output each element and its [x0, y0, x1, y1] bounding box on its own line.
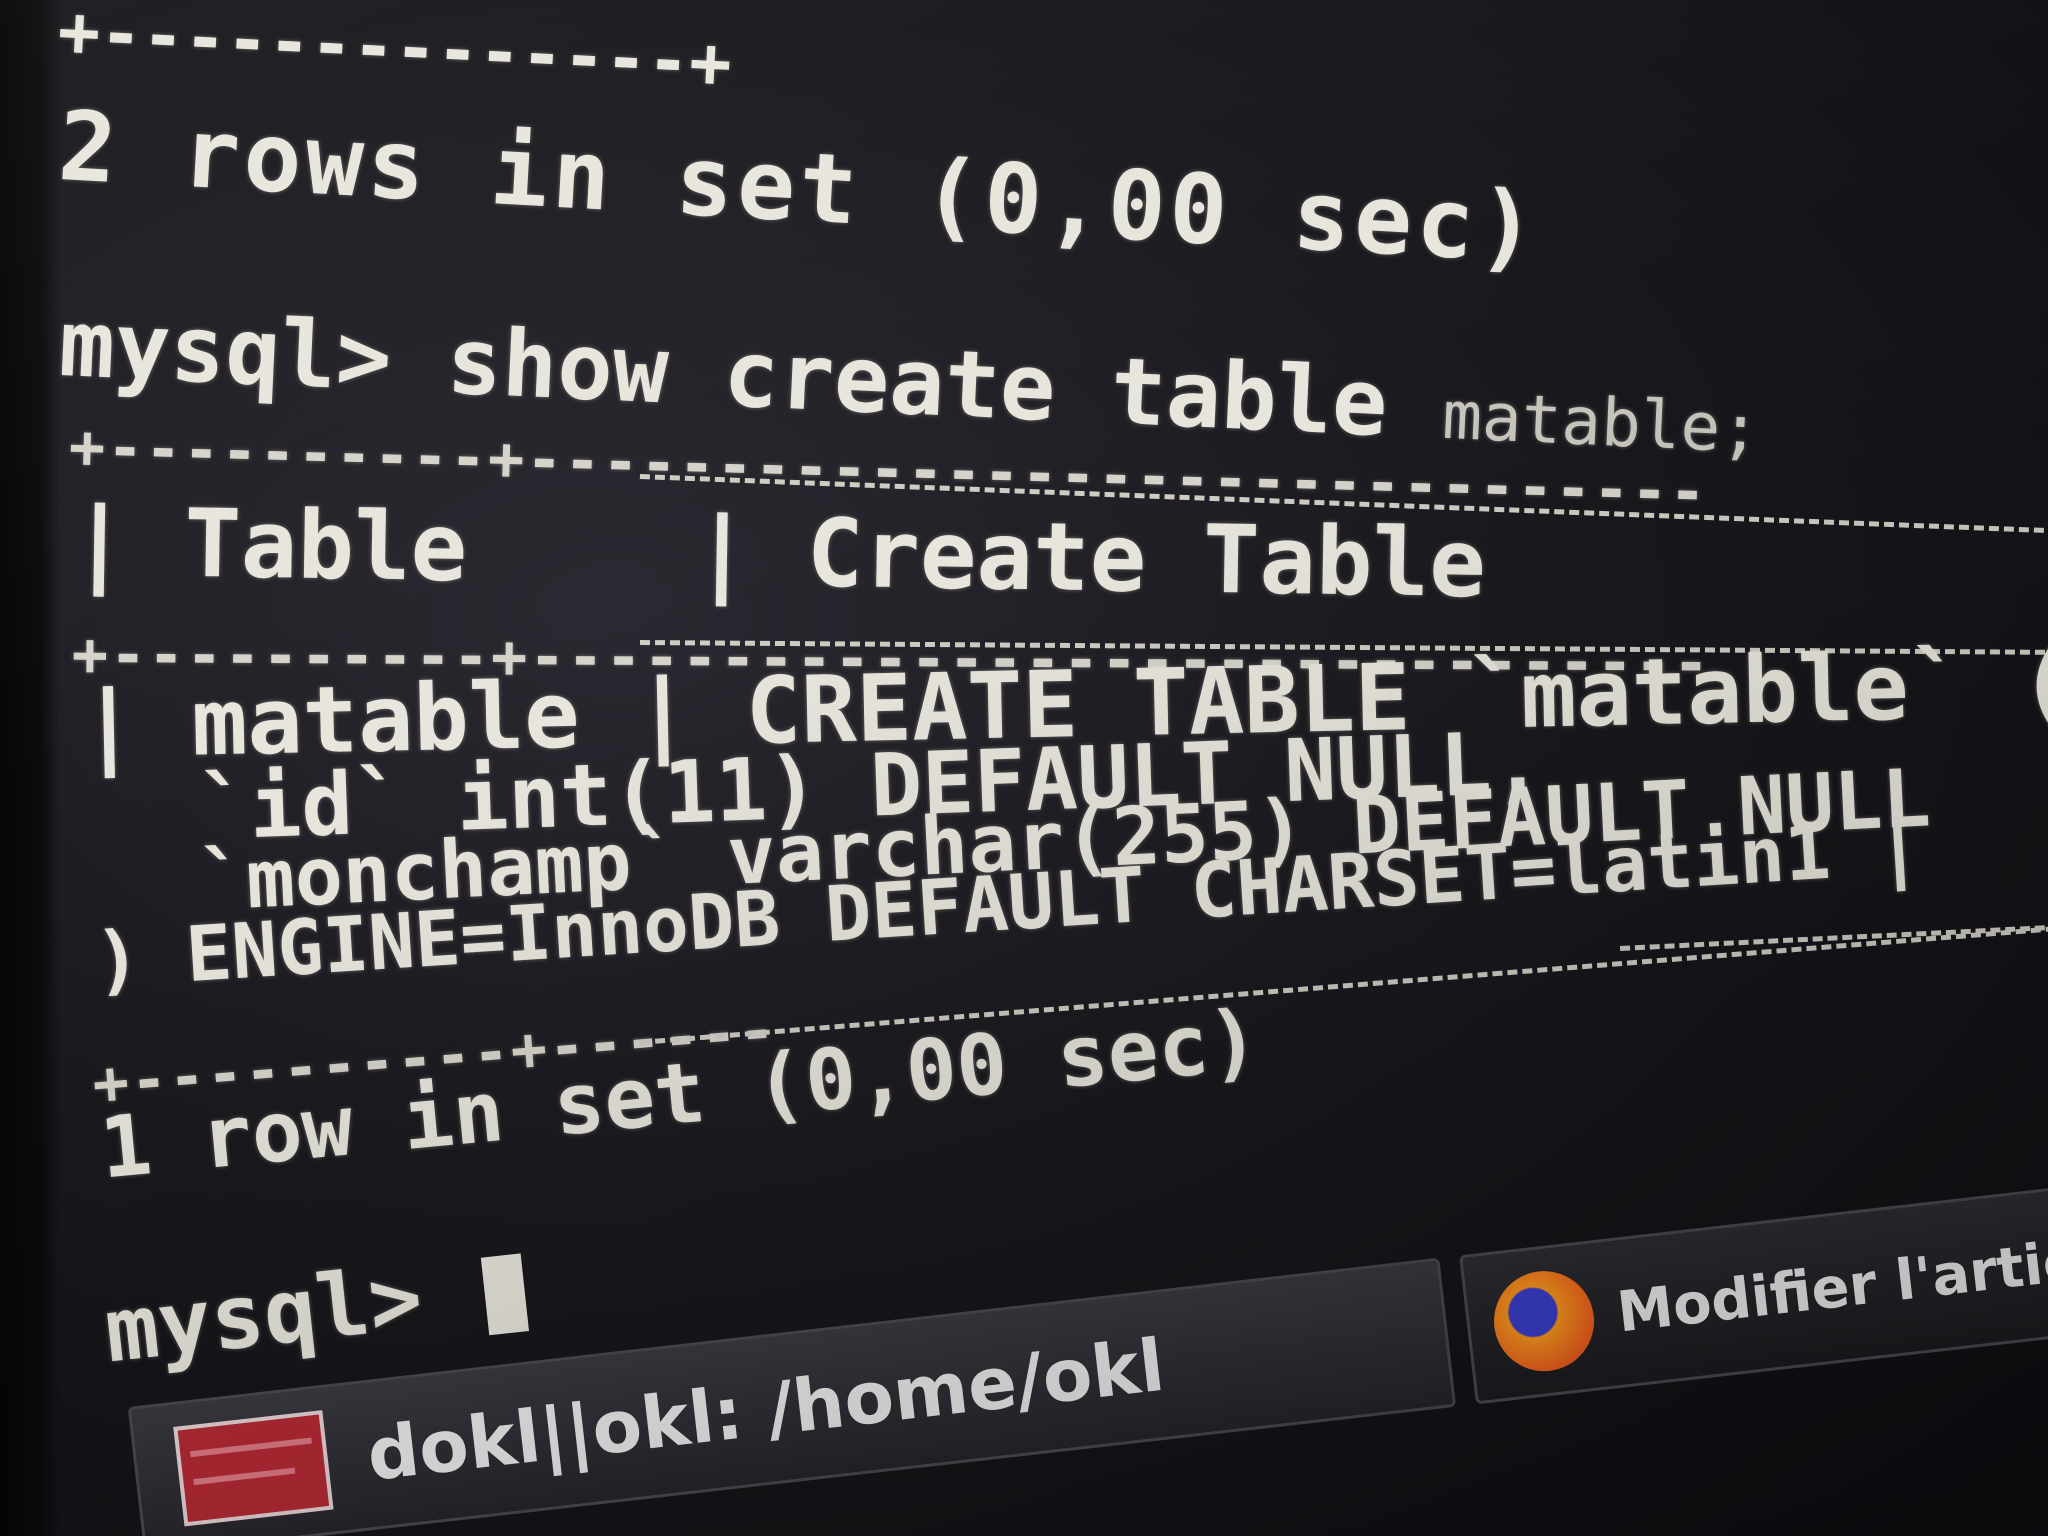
closing-paren: ) [92, 913, 144, 1005]
header-col-table: Table [183, 489, 469, 604]
previous-table-border: +--------------+ [55, 0, 734, 105]
firefox-icon [1488, 1265, 1600, 1377]
taskbar-item-firefox[interactable]: Modifier l'article ‹ Xavki — Wo [1459, 1153, 2048, 1405]
header-col-create-table: Create Table [805, 499, 1487, 620]
screen: +--------------+ 2 rows in set (0,00 sec… [0, 0, 2048, 1536]
taskbar-firefox-label: Modifier l'article ‹ Xavki — Wo [1613, 1173, 2048, 1346]
terminal-icon [173, 1410, 334, 1527]
previous-rows-count: 2 rows in set (0,00 sec) [55, 90, 1543, 285]
taskbar-item-terminal[interactable]: dokl||okl: /home/okl [127, 1257, 1457, 1536]
table-header-row: | Table | Create Table [70, 488, 1487, 620]
taskbar-terminal-label: dokl||okl: /home/okl [362, 1322, 1169, 1497]
mysql-prompt: mysql> [57, 290, 395, 412]
